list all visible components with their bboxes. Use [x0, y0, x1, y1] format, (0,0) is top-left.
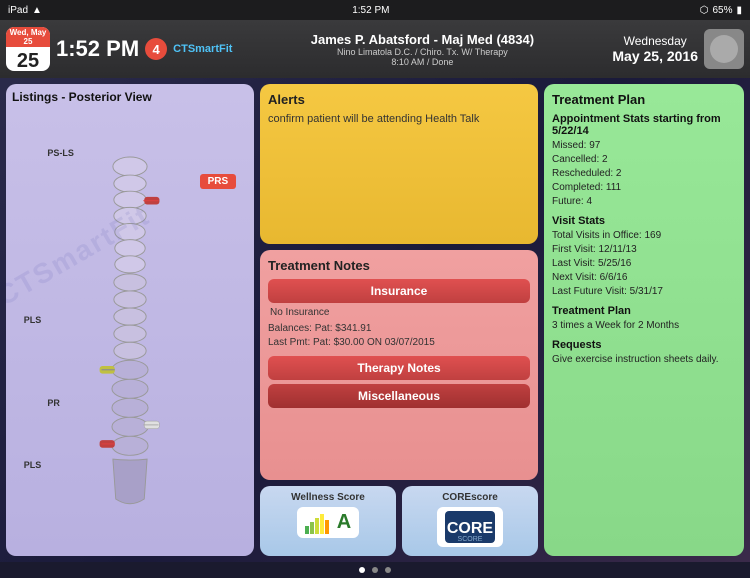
- current-time: 1:52 PM: [56, 37, 139, 61]
- visit-stats-heading: Visit Stats: [552, 215, 736, 227]
- spine-badge-prs: PRS: [200, 174, 237, 189]
- treatment-notes-panel: Treatment Notes Insurance No Insurance B…: [260, 250, 538, 480]
- appt-stats-heading: Appointment Stats starting from 5/22/14: [552, 113, 736, 137]
- main-content: Listings - Posterior View CTSmartFit: [0, 78, 750, 562]
- spine-label-pls1: PLS: [24, 315, 42, 325]
- core-score-card: COREscore CORE SCORE: [402, 486, 538, 556]
- visit-stats-section: Visit Stats Total Visits in Office: 169 …: [552, 215, 736, 299]
- requests-text: Give exercise instruction sheets daily.: [552, 353, 736, 367]
- calendar-date: 25: [17, 47, 39, 71]
- wifi-icon: ▲: [32, 5, 42, 16]
- therapy-notes-button[interactable]: Therapy Notes: [268, 356, 530, 380]
- wellness-score-title: Wellness Score: [291, 492, 365, 503]
- spine-label-pls2: PLS: [24, 460, 42, 470]
- avatar-image: [710, 35, 738, 63]
- appt-stats-text: Missed: 97 Cancelled: 2 Rescheduled: 2 C…: [552, 139, 736, 209]
- requests-section: Requests Give exercise instruction sheet…: [552, 339, 736, 367]
- spine-svg: [70, 138, 190, 518]
- header-date: Wednesday May 25, 2016: [612, 34, 698, 64]
- spine-panel-title: Listings - Posterior View: [12, 90, 248, 104]
- spine-panel: Listings - Posterior View CTSmartFit: [6, 84, 254, 556]
- treatment-plan-heading: Treatment Plan: [552, 305, 736, 317]
- wellness-badge: A: [297, 507, 359, 538]
- status-right: ⬡ 65% ▮: [700, 5, 742, 16]
- no-insurance-text: No Insurance: [270, 307, 528, 318]
- notification-badge[interactable]: 4: [145, 38, 167, 60]
- wellness-letter: A: [337, 511, 351, 534]
- status-bar: iPad ▲ 1:52 PM ⬡ 65% ▮: [0, 0, 750, 20]
- battery-level: 65%: [712, 5, 732, 16]
- date-full: May 25, 2016: [612, 48, 698, 64]
- treatment-plan-panel: Treatment Plan Appointment Stats startin…: [544, 84, 744, 556]
- insurance-button[interactable]: Insurance: [268, 279, 530, 303]
- app-logo: CTSmartFit: [173, 43, 232, 55]
- treatment-plan-text: 3 times a Week for 2 Months: [552, 319, 736, 333]
- svg-text:SCORE: SCORE: [458, 536, 483, 543]
- header: Wed, May 25 25 1:52 PM 4 CTSmartFit Jame…: [0, 20, 750, 78]
- battery-icon: ▮: [736, 5, 742, 16]
- wellness-chart-icon: [305, 512, 333, 534]
- calendar-month-day: Wed, May 25: [6, 27, 50, 47]
- visit-stats-text: Total Visits in Office: 169 First Visit:…: [552, 229, 736, 299]
- bluetooth-icon: ⬡: [700, 5, 709, 16]
- treatment-notes-title: Treatment Notes: [268, 258, 530, 273]
- date-day: Wednesday: [612, 34, 698, 48]
- spine-label-pr: PR: [47, 398, 60, 408]
- requests-heading: Requests: [552, 339, 736, 351]
- alerts-title: Alerts: [268, 92, 530, 107]
- spine-container: CTSmartFit: [12, 108, 248, 548]
- patient-info: James P. Abatsford - Maj Med (4834) Nino…: [238, 32, 606, 67]
- middle-panel: Alerts confirm patient will be attending…: [260, 84, 538, 556]
- patient-provider: Nino Limatola D.C. / Chiro. Tx. W/ Thera…: [238, 47, 606, 57]
- page-dot-3: [385, 567, 391, 573]
- spine-label-psls: PS-LS: [47, 148, 74, 158]
- alerts-panel: Alerts confirm patient will be attending…: [260, 84, 538, 244]
- page-dot-1: [359, 567, 365, 573]
- core-score-title: COREscore: [442, 492, 498, 503]
- page-dot-2: [372, 567, 378, 573]
- wellness-score-card: Wellness Score A: [260, 486, 396, 556]
- page-dots: [0, 562, 750, 578]
- svg-text:CORE: CORE: [447, 520, 494, 537]
- balance-text: Balances: Pat: $341.91 Last Pmt: Pat: $3…: [268, 322, 530, 350]
- appt-stats-section: Appointment Stats starting from 5/22/14 …: [552, 113, 736, 209]
- header-time-block: 1:52 PM: [56, 37, 139, 61]
- ct-logo-text: CTSmartFit: [173, 43, 232, 55]
- calendar-widget: Wed, May 25 25: [6, 27, 50, 71]
- miscellaneous-button[interactable]: Miscellaneous: [268, 384, 530, 408]
- status-time: 1:52 PM: [352, 5, 389, 16]
- ipad-label: iPad: [8, 5, 28, 16]
- avatar: [704, 29, 744, 69]
- treatment-plan-section: Treatment Plan 3 times a Week for 2 Mont…: [552, 305, 736, 333]
- alert-text: confirm patient will be attending Health…: [268, 113, 530, 125]
- status-left: iPad ▲: [8, 5, 42, 16]
- treatment-plan-title: Treatment Plan: [552, 92, 736, 107]
- patient-name: James P. Abatsford - Maj Med (4834): [238, 32, 606, 47]
- core-score-logo: CORE SCORE: [437, 507, 503, 547]
- core-score-icon: CORE SCORE: [445, 511, 495, 543]
- bottom-scores-row: Wellness Score A COREscore: [260, 486, 538, 556]
- patient-time: 8:10 AM / Done: [238, 57, 606, 67]
